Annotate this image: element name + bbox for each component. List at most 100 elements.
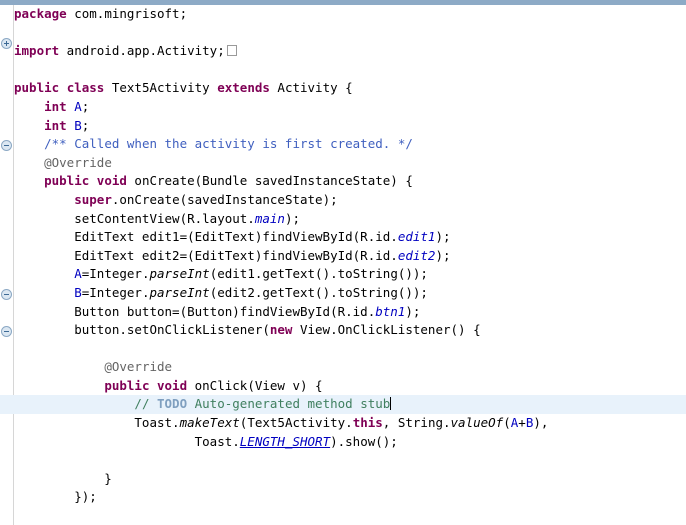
code-token-smeth: parseInt <box>149 266 210 282</box>
fold-expanded-icon-onclick[interactable] <box>1 326 12 337</box>
code-token-fld: A <box>74 266 82 282</box>
code-token-kw: import <box>14 43 60 59</box>
code-token-plain: com.mingrisoft; <box>66 6 188 21</box>
code-token-plain: onCreate(Bundle savedInstanceState) { <box>126 173 413 189</box>
code-token-plain: =Integer. <box>81 284 150 300</box>
fold-expanded-icon-listener[interactable] <box>1 289 12 300</box>
code-line[interactable]: /** Called when the activity is first cr… <box>14 135 686 154</box>
code-line[interactable] <box>14 61 686 80</box>
code-line[interactable]: super.onCreate(savedInstanceState); <box>14 191 686 210</box>
code-token-plain: Toast. <box>14 415 180 431</box>
fold-expanded-icon-oncreate[interactable] <box>1 140 12 151</box>
code-line[interactable] <box>14 24 686 43</box>
code-token-kw: void <box>157 377 188 393</box>
code-token-plain: ; <box>81 98 90 114</box>
code-token-plain: Button button=(Button)findViewById(R.id. <box>14 303 376 319</box>
code-token-sfld: main <box>254 210 285 226</box>
code-line[interactable] <box>14 451 686 470</box>
code-token-kw: public <box>14 80 60 96</box>
code-token-todo: TODO <box>157 396 188 412</box>
code-token-plain: Activity { <box>269 80 353 96</box>
code-token-plain: .onCreate(savedInstanceState); <box>111 191 338 207</box>
code-line[interactable]: } <box>14 470 686 489</box>
code-line[interactable] <box>14 340 686 359</box>
code-token-smeth: valueOf <box>450 415 504 431</box>
code-line[interactable]: public class Text5Activity extends Activ… <box>14 79 686 98</box>
code-editor[interactable]: package com.mingrisoft; import android.a… <box>0 0 686 525</box>
code-token-plain: , String. <box>382 415 451 431</box>
code-token-plain: ); <box>435 247 451 263</box>
code-token-ann: @Override <box>104 359 173 375</box>
code-token-plain: ( <box>503 415 511 431</box>
code-token-plain: android.app.Activity; <box>59 43 225 59</box>
code-token-kw: class <box>66 80 105 96</box>
code-line[interactable]: @Override <box>14 358 686 377</box>
code-line-current[interactable]: // TODO Auto-generated method stub <box>0 395 686 415</box>
code-text-area[interactable]: package com.mingrisoft; import android.a… <box>0 5 686 525</box>
code-line[interactable]: EditText edit2=(EditText)findViewById(R.… <box>14 247 686 266</box>
code-token-fld: B <box>74 284 82 300</box>
code-token-sfldu: LENGTH_SHORT <box>239 433 331 449</box>
code-token-cmt2: // <box>134 396 157 412</box>
code-token-sfld: btn1 <box>375 303 406 319</box>
code-line[interactable]: int B; <box>14 117 686 136</box>
editor-gutter[interactable] <box>0 5 14 525</box>
code-token-plain: setContentView(R.layout. <box>14 210 255 226</box>
code-line[interactable]: package com.mingrisoft; <box>14 5 686 24</box>
code-token-plain: Text5Activity <box>104 80 218 96</box>
code-line[interactable]: setContentView(R.layout.main); <box>14 210 686 229</box>
code-token-plain: (edit2.getText().toString()); <box>209 284 428 300</box>
code-token-plain: EditText edit1=(EditText)findViewById(R.… <box>14 229 398 245</box>
code-line[interactable]: }); <box>14 488 686 507</box>
code-token-plain: ), <box>533 415 549 431</box>
code-token-fld: B <box>74 117 82 133</box>
code-token-plain: ); <box>405 303 421 319</box>
code-token-plain: ; <box>81 117 90 133</box>
code-token-plain: + <box>518 415 526 431</box>
code-line[interactable]: button.setOnClickListener(new View.OnCli… <box>14 321 686 340</box>
fold-collapsed-icon[interactable] <box>1 38 12 49</box>
code-token-plain: EditText edit2=(EditText)findViewById(R.… <box>14 247 398 263</box>
code-line[interactable]: B=Integer.parseInt(edit2.getText().toStr… <box>14 284 686 303</box>
code-line[interactable]: A=Integer.parseInt(edit1.getText().toStr… <box>14 265 686 284</box>
code-line[interactable]: Toast.makeText(Text5Activity.this, Strin… <box>14 414 686 433</box>
code-line[interactable]: import android.app.Activity; <box>14 42 686 61</box>
code-token-kw: new <box>269 322 293 338</box>
code-token-kw: void <box>96 173 127 189</box>
code-line[interactable]: EditText edit1=(EditText)findViewById(R.… <box>14 228 686 247</box>
code-token-kw: public <box>44 173 90 189</box>
code-token-plain: button.setOnClickListener( <box>14 322 270 338</box>
code-token-plain: }); <box>14 489 97 505</box>
code-line[interactable]: @Override <box>14 154 686 173</box>
code-line[interactable] <box>14 507 686 525</box>
code-token-smeth: makeText <box>179 415 240 431</box>
code-line[interactable]: public void onClick(View v) { <box>14 377 686 396</box>
code-line[interactable]: Button button=(Button)findViewById(R.id.… <box>14 303 686 322</box>
code-line[interactable]: Toast.LENGTH_SHORT).show(); <box>14 433 686 452</box>
code-token-kw: int <box>44 117 67 133</box>
code-token-plain: ); <box>435 229 451 245</box>
code-token-plain: =Integer. <box>81 266 150 282</box>
code-token-kw: public <box>104 377 150 393</box>
code-token-kw: package <box>14 6 67 21</box>
code-token-smeth: parseInt <box>149 284 210 300</box>
code-token-plain: ); <box>284 210 300 226</box>
code-line[interactable]: public void onCreate(Bundle savedInstanc… <box>14 172 686 191</box>
code-token-plain: (edit1.getText().toString()); <box>209 266 428 282</box>
code-token-sfld: edit1 <box>397 229 436 245</box>
import-fold-box-icon[interactable] <box>226 45 237 57</box>
code-line[interactable]: int A; <box>14 98 686 117</box>
code-token-ann: @Override <box>44 154 112 170</box>
code-token-plain: } <box>14 470 112 486</box>
code-token-plain: onClick(View v) { <box>187 377 323 393</box>
